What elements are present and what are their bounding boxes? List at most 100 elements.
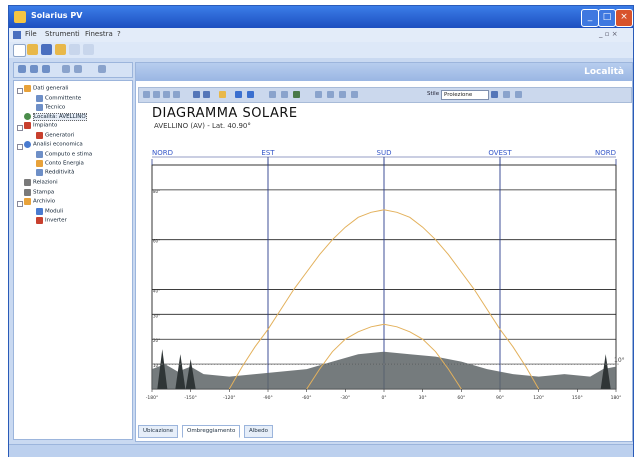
save-icon[interactable] [41,44,52,55]
tree-item-dati-generali[interactable]: Dati generali [24,85,68,92]
tree-item-tecnico[interactable]: Tecnico [36,104,65,111]
chart-svg[interactable]: 10°20°30°40°60°80°NORD EST SUD OVEST NORD10°… [138,103,630,421]
collapse-toggle[interactable] [17,144,23,150]
layers-icon[interactable] [281,91,288,98]
open-folder-icon[interactable] [27,44,38,55]
tree-item-relazioni[interactable]: Relazioni [24,179,58,186]
location-panel: Località Stile Proiezione DIAGRAMMA SOLA… [135,62,633,442]
pan-icon[interactable] [153,91,160,98]
x-tick-label: 30° [419,395,427,401]
properties-icon[interactable] [98,65,106,73]
y-tick-label: 80° [153,189,160,194]
x-tick-label: -120° [223,395,235,401]
chart-icon [36,169,43,176]
tree-item-stampa[interactable]: Stampa [24,189,54,196]
collapse-toggle[interactable] [17,201,23,207]
tool-icon[interactable] [315,91,322,98]
zoom-icon[interactable] [143,91,150,98]
generator-icon [36,132,43,139]
expand-icon[interactable] [62,65,70,73]
chart-toolbar: Stile Proiezione [138,87,632,103]
move-point-icon[interactable] [247,91,254,98]
panel-header: Località [136,63,632,81]
module-icon [36,208,43,215]
plant-icon [24,122,31,129]
collapse-toggle[interactable] [17,125,23,131]
archive-icon[interactable] [55,44,66,55]
menu-app-icon[interactable] [13,31,21,39]
tree-item-archivio[interactable]: Archivio [24,198,55,205]
direction-label: NORD [152,149,173,157]
redo-icon[interactable] [173,91,180,98]
tree-item-localita[interactable]: Località: AVELLINO [24,112,87,121]
title-bar: Solarius PV _ □ × [9,6,633,28]
document-icon [24,179,31,186]
energy-icon [36,160,43,167]
x-tick-label: 150° [572,395,583,401]
print-icon[interactable] [69,44,80,55]
paste-icon[interactable] [203,91,210,98]
collapse-icon[interactable] [74,65,82,73]
x-tick-label: 120° [533,395,544,401]
tool-icon[interactable] [351,91,358,98]
filter-icon[interactable] [293,91,300,98]
tree-item-computo-stima[interactable]: Computo e stima [36,151,92,158]
horizon-label: 10° [614,357,625,364]
menu-strumenti[interactable]: Strumenti [45,30,80,38]
x-tick-label: -180° [146,395,158,401]
calculator-icon [36,151,43,158]
tree-item-moduli[interactable]: Moduli [36,208,63,215]
tool-icon[interactable] [515,91,522,98]
tree-tool-icon[interactable] [42,65,50,73]
x-tick-label: 0° [381,395,386,401]
preview-icon[interactable] [83,44,94,55]
tab-albedo[interactable]: Albedo [244,425,274,438]
y-tick-label: 60° [153,239,160,244]
mdi-controls[interactable]: _ ▫ × [599,30,618,38]
menu-file[interactable]: File [25,30,37,38]
menu-finestra[interactable]: Finestra [85,30,113,38]
maximize-button[interactable]: □ [598,9,616,27]
minimize-button[interactable]: _ [581,9,599,27]
tree-item-committente[interactable]: Committente [36,95,81,102]
status-bar [9,444,633,457]
copy-icon[interactable] [193,91,200,98]
globe-icon [24,113,31,120]
tool-icon[interactable] [339,91,346,98]
tree-item-impianto[interactable]: Impianto [24,122,57,129]
tree-item-generatori[interactable]: Generatori [36,132,74,139]
folder-icon [24,198,31,205]
close-button[interactable]: × [615,9,633,27]
y-tick-label: 20° [153,338,160,343]
tab-ubicazione[interactable]: Ubicazione [138,425,179,438]
tool-icon[interactable] [327,91,334,98]
tree-item-inverter[interactable]: Inverter [36,217,67,224]
tree-tool-icon[interactable] [30,65,38,73]
direction-label: SUD [377,149,392,157]
grid-icon[interactable] [269,91,276,98]
menu-help[interactable]: ? [117,30,121,38]
x-tick-label: 180° [611,395,622,401]
style-select[interactable]: Proiezione [441,90,489,100]
direction-label: OVEST [488,149,512,157]
tree-item-redditivita[interactable]: Redditività [36,169,74,176]
style-label: Stile [427,91,440,97]
dropdown-icon[interactable] [491,91,498,98]
y-tick-label: 30° [153,313,160,318]
new-file-icon[interactable] [13,44,26,57]
tool-icon[interactable] [503,91,510,98]
collapse-toggle[interactable] [17,88,23,94]
open-icon[interactable] [219,91,226,98]
tree-tool-icon[interactable] [18,65,26,73]
app-icon [14,11,26,23]
add-point-icon[interactable] [235,91,242,98]
window-title: Solarius PV [31,11,83,20]
x-tick-label: -90° [263,395,273,401]
tree-item-conto-energia[interactable]: Conto Energia [36,160,84,167]
tree-item-analisi-economica[interactable]: Analisi economica [24,141,83,148]
direction-label: EST [261,149,275,157]
person-icon [36,95,43,102]
menu-bar: File Strumenti Finestra ? _ ▫ × [9,28,633,42]
undo-icon[interactable] [163,91,170,98]
tab-ombreggiamento[interactable]: Ombreggiamento [182,425,241,438]
